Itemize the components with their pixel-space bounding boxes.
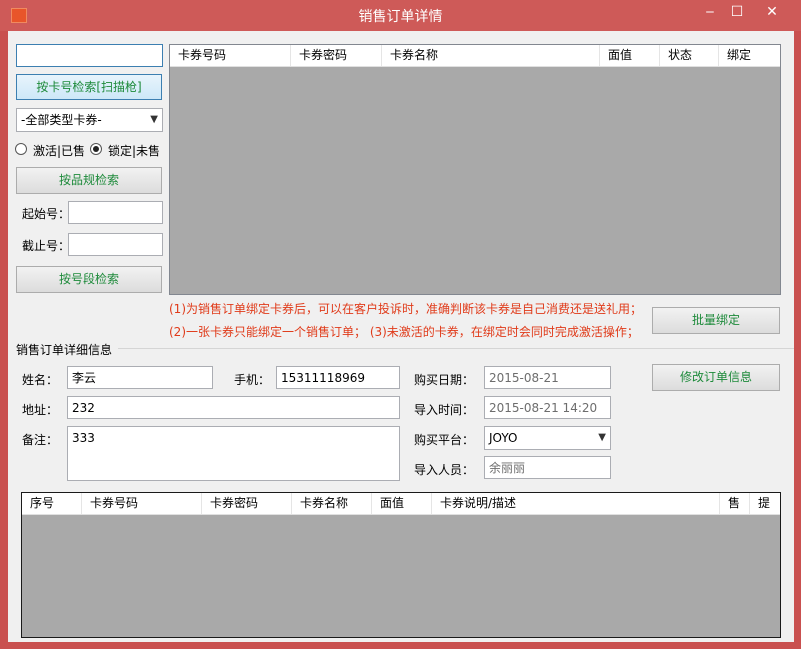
start-number-label: 起始号： [22, 207, 71, 221]
radio-active-label: 激活|已售 [33, 144, 86, 158]
importer-input[interactable]: 余丽丽 [484, 456, 611, 479]
order-col-index[interactable]: 序号 [22, 493, 82, 514]
window-title: 销售订单详情 [358, 9, 443, 25]
start-number-input[interactable] [68, 201, 163, 224]
platform-select[interactable]: JOYO ▼ [484, 426, 611, 450]
batch-bind-button[interactable]: 批量绑定 [652, 307, 780, 334]
card-grid-header: 卡券号码 卡券密码 卡券名称 面值 状态 绑定 [170, 45, 780, 67]
card-col-status[interactable]: 状态 [660, 45, 719, 66]
order-col-number[interactable]: 卡券号码 [82, 493, 202, 514]
minimize-button[interactable]: ‒ [700, 4, 720, 20]
end-number-input[interactable] [68, 233, 163, 256]
card-col-value[interactable]: 面值 [600, 45, 660, 66]
order-col-name[interactable]: 卡券名称 [292, 493, 372, 514]
order-col-description[interactable]: 卡券说明/描述 [432, 493, 720, 514]
card-type-select-value: -全部类型卡券- [21, 113, 102, 127]
name-input[interactable]: 李云 [67, 366, 213, 389]
card-col-number[interactable]: 卡券号码 [170, 45, 291, 66]
end-number-label: 截止号： [22, 239, 71, 253]
note-line-1: (1)为销售订单绑定卡券后，可以在客户投诉时，准确判断该卡券是自己消费还是送礼用… [169, 302, 643, 316]
order-col-value[interactable]: 面值 [372, 493, 432, 514]
phone-input[interactable]: 15311118969 [276, 366, 400, 389]
order-col-pickup[interactable]: 提 [750, 493, 780, 514]
order-grid[interactable]: 序号 卡券号码 卡券密码 卡券名称 面值 卡券说明/描述 售 提 [21, 492, 781, 638]
order-col-password[interactable]: 卡券密码 [202, 493, 292, 514]
name-label: 姓名： [22, 373, 59, 387]
range-search-button[interactable]: 按号段检索 [16, 266, 162, 293]
remark-label: 备注： [22, 433, 59, 447]
radio-active[interactable] [15, 143, 27, 155]
chevron-down-icon: ▼ [150, 114, 158, 125]
platform-label: 购买平台： [414, 433, 475, 447]
remark-textarea[interactable]: 333 [67, 426, 400, 481]
close-button[interactable]: ✕ [752, 4, 792, 20]
spec-search-button[interactable]: 按品规检索 [16, 167, 162, 194]
platform-select-value: JOYO [489, 431, 518, 445]
card-type-select[interactable]: -全部类型卡券- ▼ [16, 108, 163, 132]
address-label: 地址： [22, 403, 59, 417]
phone-label: 手机： [234, 373, 271, 387]
card-number-input[interactable] [16, 44, 163, 67]
order-grid-header: 序号 卡券号码 卡券密码 卡券名称 面值 卡券说明/描述 售 提 [22, 493, 780, 515]
maximize-button[interactable]: ☐ [727, 4, 747, 20]
card-col-bind[interactable]: 绑定 [719, 45, 780, 66]
note-line-2: (2)一张卡券只能绑定一个销售订单； (3)未激活的卡券，在绑定时会同时完成激活… [169, 325, 639, 339]
modify-order-button[interactable]: 修改订单信息 [652, 364, 780, 391]
purchase-date-input[interactable]: 2015-08-21 [484, 366, 611, 389]
section-divider [118, 348, 794, 349]
detail-section-title: 销售订单详细信息 [16, 343, 113, 357]
chevron-down-icon: ▼ [598, 432, 606, 443]
import-time-input[interactable]: 2015-08-21 14:20 [484, 396, 611, 419]
card-col-password[interactable]: 卡券密码 [291, 45, 382, 66]
radio-locked[interactable] [90, 143, 102, 155]
card-grid[interactable]: 卡券号码 卡券密码 卡券名称 面值 状态 绑定 [169, 44, 781, 295]
scan-search-button[interactable]: 按卡号检索[扫描枪] [16, 74, 162, 100]
purchase-date-label: 购买日期： [414, 373, 475, 387]
import-time-label: 导入时间： [414, 403, 475, 417]
radio-locked-label: 锁定|未售 [108, 144, 161, 158]
importer-label: 导入人员： [414, 463, 475, 477]
order-col-sold[interactable]: 售 [720, 493, 750, 514]
address-input[interactable]: 232 [67, 396, 400, 419]
card-col-name[interactable]: 卡券名称 [382, 45, 600, 66]
